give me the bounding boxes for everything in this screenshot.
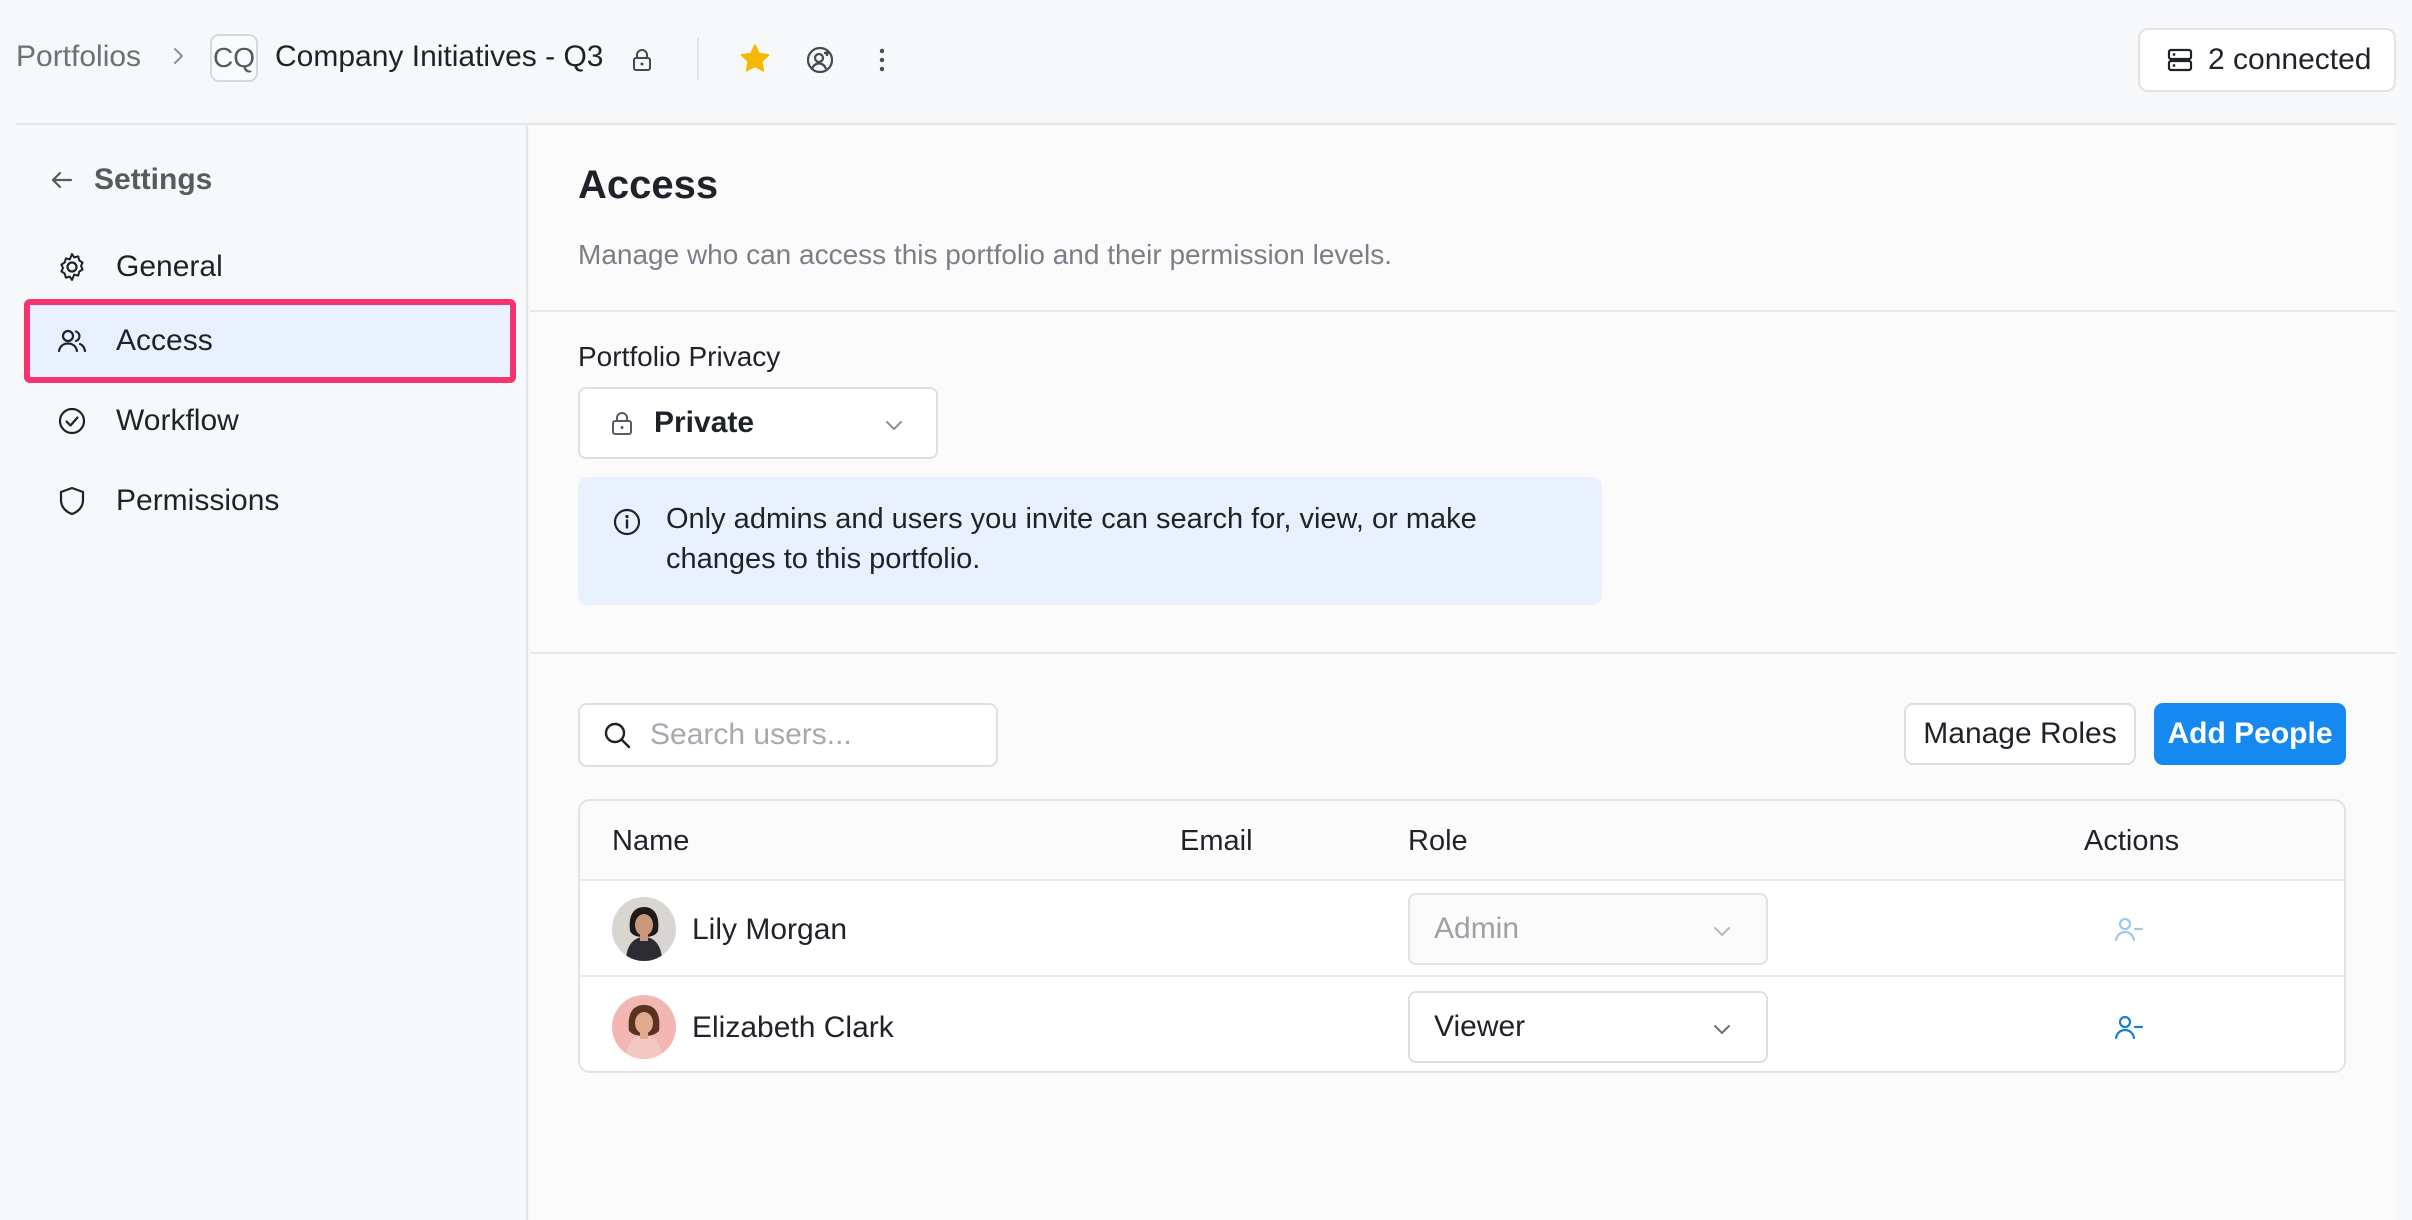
- arrow-left-icon: [51, 171, 73, 189]
- portfolio-privacy-label: Portfolio Privacy: [578, 341, 781, 372]
- privacy-value: Private: [654, 406, 755, 439]
- role-select: Admin: [1408, 893, 1768, 965]
- table-header: Name Email Role Actions: [580, 801, 2344, 881]
- connected-label: 2 connected: [2208, 43, 2372, 76]
- privacy-info-text: Only admins and users you invite can sea…: [666, 503, 1477, 575]
- follow-user-icon[interactable]: [804, 44, 836, 76]
- lock-icon[interactable]: [628, 46, 656, 74]
- sidebar-item-label: Workflow: [116, 404, 239, 437]
- section-divider: [530, 652, 2396, 654]
- user-name: Lily Morgan: [692, 913, 848, 946]
- column-header-role: Role: [1408, 825, 1468, 857]
- sidebar-item-label: Access: [116, 324, 213, 357]
- settings-sidebar: Settings General Access Workflow Permiss…: [0, 125, 528, 1220]
- search-users-input[interactable]: [650, 718, 990, 752]
- chevron-down-icon: [1714, 1025, 1730, 1034]
- search-users-field[interactable]: [578, 703, 998, 767]
- manage-roles-button[interactable]: Manage Roles: [1904, 703, 2136, 765]
- top-bar: Portfolios CQ Company Initiatives - Q3 2…: [0, 0, 2412, 124]
- sidebar-item-label: Permissions: [116, 484, 280, 517]
- users-table: Name Email Role Actions Lily Morgan Admi…: [578, 799, 2346, 1073]
- server-icon: [2167, 48, 2193, 72]
- users-icon: [57, 329, 87, 353]
- check-circle-icon: [58, 407, 86, 435]
- sidebar-item-access[interactable]: Access: [24, 299, 516, 383]
- sidebar-item-workflow[interactable]: Workflow: [24, 379, 516, 463]
- page-title: Access: [578, 163, 719, 207]
- portfolio-title: Company Initiatives - Q3: [275, 40, 604, 73]
- role-value: Viewer: [1434, 1010, 1526, 1043]
- shield-icon: [59, 486, 85, 516]
- sidebar-item-label: General: [116, 250, 223, 283]
- connected-button[interactable]: 2 connected: [2138, 28, 2396, 92]
- lock-icon: [612, 412, 632, 435]
- sidebar-item-general[interactable]: General: [24, 225, 516, 309]
- star-icon[interactable]: [738, 42, 772, 76]
- column-header-email: Email: [1180, 825, 1253, 857]
- remove-user-icon[interactable]: [2112, 1011, 2144, 1043]
- chevron-right-icon: [174, 48, 183, 64]
- search-icon: [604, 722, 631, 749]
- section-divider: [530, 310, 2396, 312]
- portfolio-badge: CQ: [210, 34, 258, 82]
- avatar: [612, 995, 676, 1059]
- role-value: Admin: [1434, 912, 1520, 945]
- avatar: [612, 897, 676, 961]
- chevron-down-icon: [1714, 927, 1730, 936]
- remove-user-icon: [2114, 917, 2144, 942]
- portfolio-privacy-select[interactable]: Private: [578, 387, 938, 459]
- info-icon: [613, 508, 641, 536]
- more-vertical-icon[interactable]: [870, 44, 894, 76]
- user-name: Elizabeth Clark: [692, 1011, 894, 1044]
- chevron-down-icon: [886, 421, 902, 430]
- settings-label: Settings: [94, 163, 213, 196]
- sidebar-item-permissions[interactable]: Permissions: [24, 459, 516, 543]
- table-row: Elizabeth Clark Viewer: [580, 979, 2344, 1071]
- back-to-settings[interactable]: Settings: [48, 163, 212, 197]
- column-header-actions: Actions: [2084, 825, 2180, 857]
- divider: [697, 38, 699, 80]
- page-description: Manage who can access this portfolio and…: [578, 239, 1392, 270]
- privacy-info-banner: Only admins and users you invite can sea…: [578, 477, 1602, 605]
- table-row: Lily Morgan Admin: [580, 881, 2344, 977]
- column-header-name: Name: [612, 825, 690, 857]
- gear-icon: [60, 253, 84, 281]
- breadcrumb-portfolios-link[interactable]: Portfolios: [16, 40, 141, 74]
- add-people-button[interactable]: Add People: [2154, 703, 2346, 765]
- role-select[interactable]: Viewer: [1408, 991, 1768, 1063]
- access-settings-panel: Access Manage who can access this portfo…: [530, 125, 2396, 1220]
